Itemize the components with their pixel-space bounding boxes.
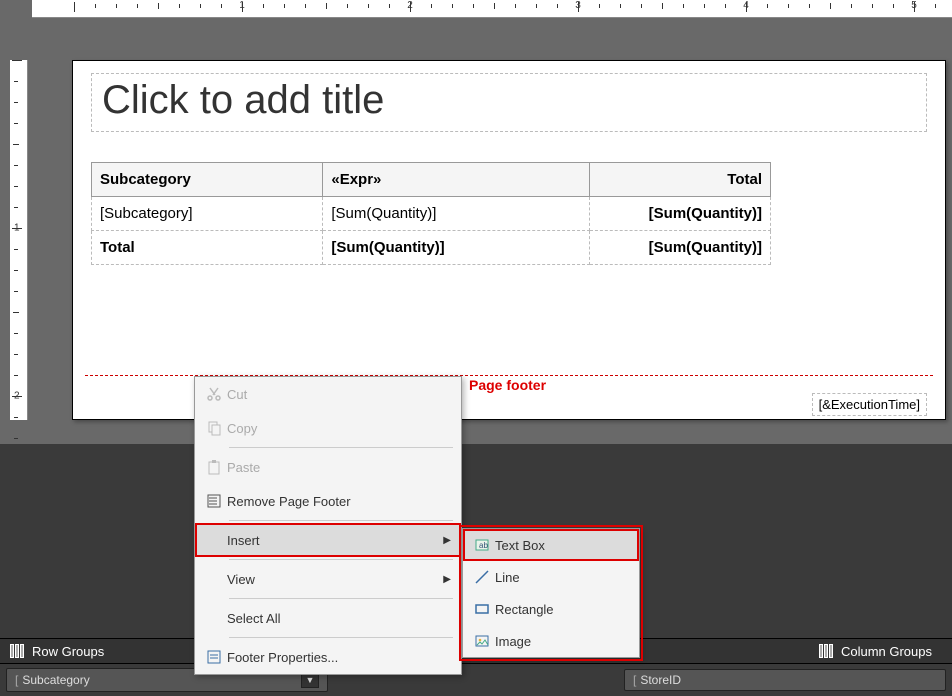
report-page[interactable]: Click to add title Subcategory «Expr» To… (72, 60, 946, 420)
cell-total-label[interactable]: Total (92, 231, 323, 265)
table-detail-row[interactable]: [Subcategory] [Sum(Quantity)] [Sum(Quant… (92, 197, 771, 231)
page-footer-annotation: Page footer (469, 377, 546, 393)
horizontal-ruler: 12345 (32, 0, 952, 18)
menu-copy[interactable]: Copy (195, 411, 461, 445)
matrix-table[interactable]: Subcategory «Expr» Total [Subcategory] [… (91, 162, 771, 265)
menu-footer-properties[interactable]: Footer Properties... (195, 640, 461, 674)
remove-footer-icon (201, 493, 227, 509)
menu-insert[interactable]: Insert ▶ (195, 523, 461, 557)
cell-sumqty-1[interactable]: [Sum(Quantity)] (323, 197, 590, 231)
column-group-field: StoreID (640, 673, 681, 687)
menu-paste[interactable]: Paste (195, 450, 461, 484)
copy-icon (201, 420, 227, 436)
header-total[interactable]: Total (589, 163, 770, 197)
vertical-ruler: 12 (10, 60, 28, 420)
context-menu: Cut Copy Paste Remove Page Footer Insert… (194, 376, 462, 675)
header-expr[interactable]: «Expr» (323, 163, 590, 197)
table-header-row[interactable]: Subcategory «Expr» Total (92, 163, 771, 197)
submenu-image[interactable]: Image (463, 625, 639, 657)
image-icon (469, 633, 495, 649)
line-icon (469, 569, 495, 585)
menu-remove-footer[interactable]: Remove Page Footer (195, 484, 461, 518)
cut-icon (201, 386, 227, 402)
column-groups-icon (819, 644, 835, 658)
row-groups-icon (10, 644, 26, 658)
column-groups-label: Column Groups (841, 644, 932, 659)
submenu-line[interactable]: Line (463, 561, 639, 593)
textbox-icon: ab (469, 537, 495, 553)
column-group-well[interactable]: [ StoreID (624, 669, 946, 691)
svg-text:ab: ab (479, 541, 488, 550)
title-placeholder[interactable]: Click to add title (91, 73, 927, 132)
row-group-field: Subcategory (22, 673, 89, 687)
menu-view[interactable]: View ▶ (195, 562, 461, 596)
submenu-arrow-icon: ▶ (443, 574, 451, 585)
rectangle-icon (469, 601, 495, 617)
submenu-rectangle[interactable]: Rectangle (463, 593, 639, 625)
paste-icon (201, 459, 227, 475)
cell-total-sum-1[interactable]: [Sum(Quantity)] (323, 231, 590, 265)
group-wells-row: [ Subcategory ▼ [ StoreID (0, 664, 952, 696)
cell-sumqty-2[interactable]: [Sum(Quantity)] (589, 197, 770, 231)
cell-total-sum-2[interactable]: [Sum(Quantity)] (589, 231, 770, 265)
execution-time-textbox[interactable]: [&ExecutionTime] (812, 393, 927, 416)
menu-select-all[interactable]: Select All (195, 601, 461, 635)
properties-icon (201, 649, 227, 665)
row-groups-label: Row Groups (32, 644, 104, 659)
menu-cut[interactable]: Cut (195, 377, 461, 411)
design-canvas-bg: 12345 12 Click to add title Subcategory … (0, 0, 952, 444)
submenu-text-box[interactable]: ab Text Box (463, 529, 639, 561)
cell-subcategory-field[interactable]: [Subcategory] (92, 197, 323, 231)
table-total-row[interactable]: Total [Sum(Quantity)] [Sum(Quantity)] (92, 231, 771, 265)
submenu-arrow-icon: ▶ (443, 535, 451, 546)
header-subcategory[interactable]: Subcategory (92, 163, 323, 197)
insert-submenu: ab Text Box Line Rectangle Image (462, 528, 640, 658)
